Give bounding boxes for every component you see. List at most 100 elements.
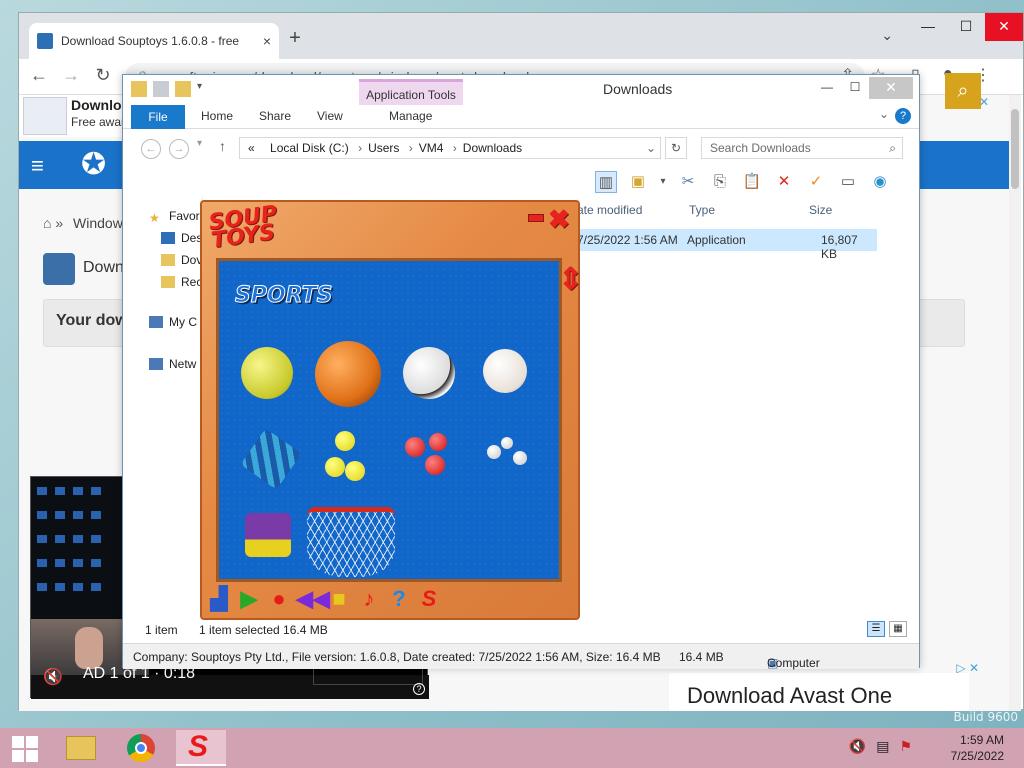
- top-ad[interactable]: Downlo Free awar: [19, 95, 129, 137]
- nav-downloads[interactable]: Dov: [161, 253, 202, 267]
- check-icon[interactable]: ✓: [805, 171, 827, 193]
- network-tray-icon[interactable]: ▤: [876, 738, 889, 755]
- stop-icon[interactable]: ■: [326, 586, 352, 612]
- tab-home[interactable]: Home: [201, 109, 233, 123]
- search-downloads-input[interactable]: Search Downloads ⌕: [701, 137, 903, 159]
- ribbon-expand-icon[interactable]: ⌄: [879, 107, 889, 121]
- roller-skate-icon[interactable]: [245, 513, 291, 557]
- chrome-taskbar-icon[interactable]: [116, 730, 166, 766]
- record-icon[interactable]: ●: [266, 586, 292, 612]
- nav-network[interactable]: Netw: [149, 357, 196, 371]
- preview-pane-icon[interactable]: ▥: [595, 171, 617, 193]
- music-icon[interactable]: ♪: [356, 586, 382, 612]
- new-folder-icon[interactable]: [175, 81, 191, 97]
- address-crumb[interactable]: Users: [368, 141, 399, 155]
- hand-pump-icon[interactable]: ▟: [206, 586, 232, 612]
- explorer-forward-icon[interactable]: →: [169, 139, 189, 159]
- column-size[interactable]: Size: [809, 203, 832, 217]
- globe-icon[interactable]: ◉: [869, 171, 891, 193]
- action-center-icon[interactable]: ⚑: [899, 738, 912, 755]
- large-icons-view-icon[interactable]: ▦: [889, 621, 907, 637]
- page-scrollbar[interactable]: [1009, 95, 1021, 711]
- play-icon[interactable]: ▶: [236, 586, 262, 612]
- delete-icon[interactable]: ✕: [773, 171, 795, 193]
- address-crumb[interactable]: VM4: [419, 141, 444, 155]
- mute-icon[interactable]: 🔇: [43, 667, 63, 687]
- help-icon[interactable]: ?: [413, 683, 425, 695]
- reload-icon[interactable]: ↻: [91, 65, 115, 86]
- breadcrumb-item[interactable]: Window: [73, 215, 123, 231]
- maximize-icon[interactable]: ☐: [947, 13, 985, 41]
- address-crumb[interactable]: Local Disk (C:): [270, 141, 349, 155]
- qat-dropdown-icon[interactable]: ▾: [197, 81, 207, 97]
- new-tab-button[interactable]: +: [281, 25, 309, 53]
- explorer-back-icon[interactable]: ←: [141, 139, 161, 159]
- bottom-ad[interactable]: Download Avast One: [669, 673, 969, 711]
- softonic-logo-icon[interactable]: ✪: [81, 147, 106, 182]
- nav-my-computer[interactable]: My C: [149, 315, 197, 329]
- tab-close-icon[interactable]: ×: [263, 33, 271, 49]
- address-prefix: «: [248, 141, 255, 155]
- explorer-close-icon[interactable]: ✕: [869, 77, 913, 99]
- start-button[interactable]: [6, 734, 42, 762]
- column-date-modified[interactable]: ate modified: [577, 203, 642, 217]
- recent-locations-icon[interactable]: ▾: [197, 138, 202, 149]
- stretch-toy-icon[interactable]: [240, 428, 302, 490]
- file-row[interactable]: 7/25/2022 1:56 AM Application 16,807 KB: [577, 229, 877, 261]
- home-icon[interactable]: ⌂ »: [43, 215, 63, 231]
- scroll-arrows-icon[interactable]: ⇕: [558, 262, 583, 297]
- address-dropdown-icon[interactable]: ⌄: [646, 138, 656, 158]
- souptoys-taskbar-icon[interactable]: S: [176, 730, 226, 766]
- rewind-icon[interactable]: ◀◀: [296, 586, 330, 612]
- tennis-ball-icon[interactable]: [241, 347, 293, 399]
- help-icon[interactable]: ?: [386, 586, 412, 612]
- properties-icon[interactable]: [153, 81, 169, 97]
- folder-options-icon[interactable]: ▣: [627, 171, 649, 193]
- refresh-icon[interactable]: ↻: [665, 137, 687, 159]
- folder-options-dropdown-icon[interactable]: ▾: [659, 171, 667, 193]
- juggling-balls-icon[interactable]: [335, 431, 355, 451]
- souptoys-s-icon[interactable]: S: [416, 586, 442, 612]
- baseball-icon[interactable]: [483, 349, 527, 393]
- details-view-icon[interactable]: ☰: [867, 621, 885, 637]
- nav-favorites[interactable]: ★ Favor: [149, 209, 200, 225]
- video-skip-box[interactable]: [313, 667, 423, 685]
- volume-muted-icon[interactable]: 🔇: [849, 738, 866, 755]
- red-balls-icon[interactable]: [405, 437, 425, 457]
- explorer-maximize-icon[interactable]: ☐: [841, 77, 869, 99]
- souptoys-close-icon[interactable]: ✖: [548, 204, 570, 235]
- rename-icon[interactable]: ▭: [837, 171, 859, 193]
- tab-share[interactable]: Share: [259, 109, 291, 123]
- souptoys-minimize-icon[interactable]: [528, 214, 544, 222]
- minimize-icon[interactable]: —: [909, 13, 947, 41]
- tab-manage[interactable]: Manage: [389, 109, 432, 123]
- close-icon[interactable]: ✕: [985, 13, 1023, 41]
- chrome-tab[interactable]: Download Souptoys 1.6.0.8 - free ×: [29, 23, 279, 59]
- back-icon[interactable]: ←: [27, 65, 51, 86]
- tab-file[interactable]: File: [131, 105, 185, 129]
- explorer-minimize-icon[interactable]: —: [813, 77, 841, 99]
- white-balls-icon[interactable]: [487, 445, 501, 459]
- column-type[interactable]: Type: [689, 203, 715, 217]
- copy-icon[interactable]: ⎘: [709, 171, 731, 193]
- forward-icon[interactable]: →: [59, 65, 83, 86]
- address-crumb[interactable]: Downloads: [463, 141, 522, 155]
- basketball-icon[interactable]: [315, 341, 381, 407]
- explorer-address-bar[interactable]: « Local Disk (C:) › Users › VM4 › Downloads…: [239, 137, 661, 159]
- paste-icon[interactable]: 📋: [741, 171, 763, 193]
- hamburger-icon[interactable]: ≡: [31, 153, 44, 179]
- file-explorer-taskbar-icon[interactable]: [56, 730, 106, 766]
- up-icon[interactable]: ↑: [219, 138, 226, 154]
- nav-desktop[interactable]: Des: [161, 231, 202, 245]
- cut-icon[interactable]: ✂: [677, 171, 699, 193]
- tab-search-icon[interactable]: ⌄: [881, 27, 893, 44]
- search-icon[interactable]: ⌕: [945, 73, 981, 109]
- folder-icon[interactable]: [131, 81, 147, 97]
- soccer-ball-icon[interactable]: [403, 347, 455, 399]
- nav-recent[interactable]: Rec: [161, 275, 202, 289]
- help-icon[interactable]: ?: [895, 108, 911, 124]
- basketball-hoop-icon[interactable]: [307, 507, 395, 577]
- tab-view[interactable]: View: [317, 109, 343, 123]
- softonic-favicon-icon: [37, 33, 53, 49]
- taskbar-clock[interactable]: 1:59 AM 7/25/2022: [951, 732, 1004, 764]
